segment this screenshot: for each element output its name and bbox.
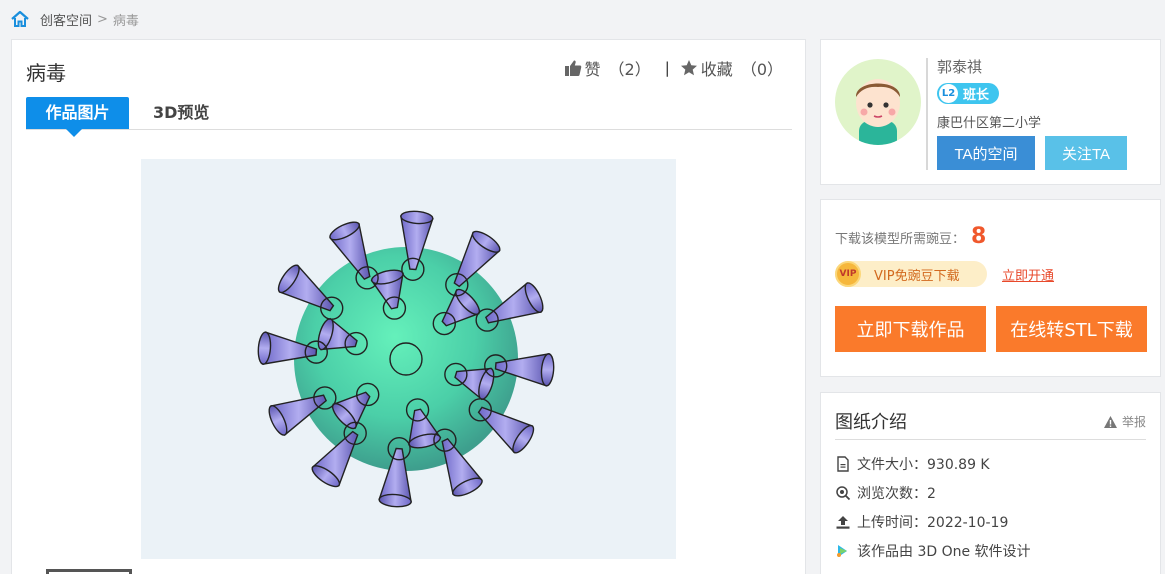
vip-free-download[interactable]: VIP VIP免豌豆下载 — [835, 261, 987, 287]
warning-icon — [1103, 415, 1117, 428]
breadcrumb-separator: > — [97, 11, 108, 27]
download-work-button[interactable]: 立即下载作品 — [835, 306, 986, 352]
report-button[interactable]: 举报 — [1103, 413, 1146, 430]
author-card: 郭泰祺 L2 班长 康巴什区第二小学 TA的空间 关注TA — [820, 39, 1161, 185]
work-image — [141, 159, 676, 559]
follow-button[interactable]: 关注TA — [1045, 136, 1127, 170]
home-icon[interactable] — [10, 10, 30, 28]
virus-model-image — [257, 210, 555, 508]
required-beans-value: 8 — [971, 224, 987, 249]
avatar[interactable] — [835, 59, 921, 145]
open-vip-link[interactable]: 立即开通 — [1002, 265, 1054, 284]
role-badge: L2 班长 — [937, 83, 999, 104]
child-avatar-icon — [855, 79, 901, 145]
ta-space-button[interactable]: TA的空间 — [937, 136, 1035, 170]
file-icon — [837, 456, 849, 472]
author-name[interactable]: 郭泰祺 — [937, 56, 982, 77]
upload-row: 上传时间：2022-10-19 — [835, 512, 1008, 532]
breadcrumb: 创客空间 > 病毒 — [10, 8, 139, 30]
favorite-count: （0） — [740, 60, 783, 79]
breadcrumb-space-link[interactable]: 创客空间 — [40, 10, 92, 29]
drawing-intro-card: 图纸介绍 举报 文件大小：930.89 K 浏览次数：2 上传时间：2022-1… — [820, 392, 1161, 574]
file-size-row: 文件大小：930.89 K — [835, 454, 990, 474]
star-icon — [680, 60, 697, 76]
vip-icon: VIP — [835, 261, 861, 287]
views-text: 浏览次数：2 — [857, 486, 936, 502]
download-card: 下载该模型所需豌豆： 8 VIP VIP免豌豆下载 立即开通 立即下载作品 在线… — [820, 199, 1161, 377]
required-beans: 下载该模型所需豌豆： 8 — [835, 224, 986, 249]
image-thumbnail[interactable] — [46, 569, 132, 574]
like-label: 赞 — [584, 60, 601, 79]
author-school: 康巴什区第二小学 — [937, 116, 1042, 131]
work-actions: 赞 （2） | 收藏 （0） — [564, 56, 783, 80]
intro-divider — [835, 439, 1146, 440]
favorite-button[interactable]: 收藏 （0） — [680, 56, 783, 80]
view-count-icon — [836, 486, 851, 501]
software-text: 该作品由 3D One 软件设计 — [857, 544, 1031, 560]
file-size-text: 文件大小：930.89 K — [857, 457, 990, 473]
role-label: 班长 — [963, 88, 990, 103]
vip-free-text: VIP免豌豆下载 — [874, 268, 960, 284]
tab-3d-preview[interactable]: 3D预览 — [135, 97, 227, 129]
intro-title: 图纸介绍 — [835, 412, 907, 433]
thumbs-up-icon — [564, 60, 581, 76]
upload-text: 上传时间：2022-10-19 — [857, 515, 1009, 531]
3d-one-logo-icon — [837, 545, 847, 557]
like-button[interactable]: 赞 （2） — [564, 56, 651, 80]
level-badge: L2 — [939, 84, 958, 103]
action-separator: | — [664, 59, 670, 77]
required-beans-label: 下载该模型所需豌豆： — [835, 232, 966, 247]
like-count: （2） — [608, 60, 651, 79]
tab-images[interactable]: 作品图片 — [26, 97, 129, 137]
work-title: 病毒 — [26, 61, 66, 85]
upload-icon — [836, 516, 850, 529]
report-label: 举报 — [1121, 415, 1146, 429]
favorite-label: 收藏 — [700, 60, 733, 79]
divider — [926, 58, 928, 170]
convert-stl-download-button[interactable]: 在线转STL下载 — [996, 306, 1147, 352]
work-card: 病毒 赞 （2） | 收藏 （0） 作品图片 3D预览 — [11, 39, 806, 574]
software-row: 该作品由 3D One 软件设计 — [835, 541, 1031, 561]
views-row: 浏览次数：2 — [835, 483, 936, 503]
breadcrumb-current: 病毒 — [112, 13, 139, 29]
tab-bar: 作品图片 3D预览 — [26, 97, 792, 137]
